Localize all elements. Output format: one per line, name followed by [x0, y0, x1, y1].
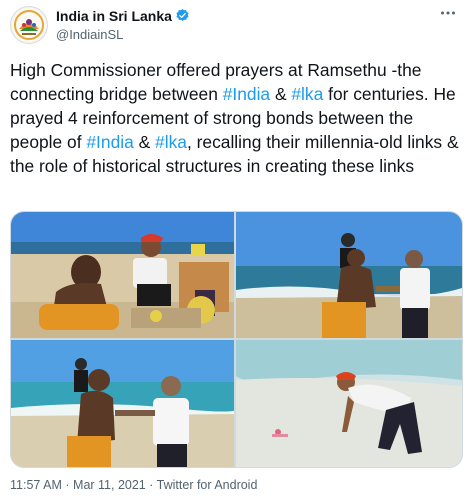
- tweet: India in Sri Lanka @IndiainSL High Commi…: [0, 0, 470, 499]
- tweet-text-segment: &: [133, 132, 156, 152]
- hashtag-link[interactable]: #India: [86, 132, 133, 152]
- tweet-media-grid: [10, 211, 463, 468]
- tweet-text: High Commissioner offered prayers at Ram…: [10, 58, 462, 178]
- account-handle[interactable]: @IndiainSL: [56, 27, 123, 42]
- hashtag-link[interactable]: #lka: [155, 132, 187, 152]
- tweet-source[interactable]: Twitter for Android: [157, 478, 258, 492]
- account-avatar[interactable]: [10, 6, 48, 44]
- tweet-time[interactable]: 11:57 AM: [10, 478, 62, 492]
- hashtag-link[interactable]: #India: [223, 84, 270, 104]
- meta-separator: ·: [149, 478, 154, 492]
- tweet-photo-3[interactable]: [11, 340, 234, 467]
- india-embassy-logo-icon: [12, 8, 46, 42]
- hashtag-link[interactable]: #lka: [291, 84, 323, 104]
- tweet-photo-4[interactable]: [236, 340, 462, 467]
- tweet-metadata: 11:57 AM · Mar 11, 2021 · Twitter for An…: [10, 478, 257, 492]
- tweet-photo-2[interactable]: [236, 212, 462, 338]
- tweet-text-segment: &: [270, 84, 292, 104]
- more-options-icon[interactable]: [436, 4, 460, 28]
- tweet-photo-1[interactable]: [11, 212, 234, 338]
- meta-separator: ·: [65, 478, 70, 492]
- tweet-date[interactable]: Mar 11, 2021: [73, 478, 146, 492]
- verified-badge-icon: [176, 8, 189, 21]
- account-name[interactable]: India in Sri Lanka: [56, 8, 190, 24]
